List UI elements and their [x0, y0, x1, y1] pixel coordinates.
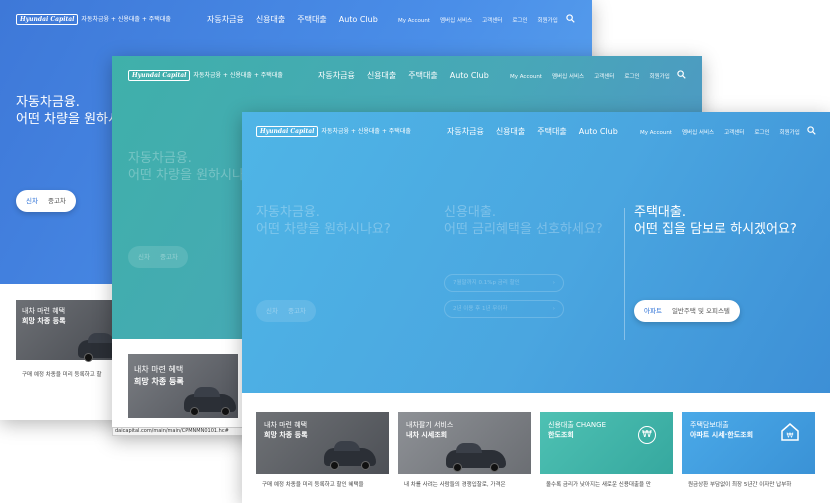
- card-description: 구매 예정 차종을 미리 등록하고 할: [22, 372, 102, 378]
- card-image: 신용대출 CHANGE 한도조회 ₩: [540, 412, 673, 474]
- card-description: 올수록 금리가 낮아지는 새로운 신용대출을 만: [546, 482, 651, 488]
- menu-credit-loan[interactable]: 신용대출: [496, 127, 525, 136]
- credit-chip-discount[interactable]: 7월말까지 0.1%p 금리 할인 ›: [444, 274, 564, 292]
- search-icon[interactable]: [566, 14, 575, 23]
- menu-auto-club[interactable]: Auto Club: [579, 127, 618, 136]
- card-hope-car[interactable]: 내차 마련 혜택 희망 차종 등록 구매 예정 차종을 미리 등록하고 할인 혜택…: [256, 412, 389, 503]
- utility-menu: My Account 멤버십 서비스 고객센터 로그인 회원가입: [398, 16, 568, 24]
- utility-menu: My Account 멤버십 서비스 고객센터 로그인 회원가입: [510, 72, 680, 80]
- logo[interactable]: Hyundai Capital 자동차금융 + 신용대출 + 주택대출: [128, 70, 283, 81]
- menu-mortgage[interactable]: 주택대출: [297, 15, 326, 24]
- logo[interactable]: Hyundai Capital 자동차금융 + 신용대출 + 주택대출: [256, 126, 411, 137]
- card-description: 구매 예정 차종을 미리 등록하고 할인 혜택을: [262, 482, 364, 488]
- divider: [624, 208, 625, 340]
- tab-new-car[interactable]: 신차: [26, 197, 38, 205]
- main-menu: 자동차금융 신용대출 주택대출 Auto Club: [207, 14, 390, 25]
- card-image: 내차 마련 혜택 희망 차종 등록: [256, 412, 389, 474]
- mortgage-tab-group: 아파트 일반주택 및 오피스텔: [634, 300, 740, 322]
- card-car-price[interactable]: 내차팔기 서비스 내차 시세조회 내 차를 사려는 사람들의 경쟁입찰로, 가격은: [398, 412, 531, 503]
- global-nav: Hyundai Capital 자동차금융 + 신용대출 + 주택대출 자동차금융…: [0, 0, 592, 40]
- util-signup[interactable]: 회원가입: [650, 74, 670, 80]
- menu-auto-finance[interactable]: 자동차금융: [207, 15, 244, 24]
- mortgage-headline: 주택대출. 어떤 집을 담보로 하시겠어요?: [634, 205, 797, 237]
- menu-auto-club[interactable]: Auto Club: [450, 71, 489, 80]
- menu-mortgage[interactable]: 주택대출: [537, 127, 566, 136]
- hero-banner: Hyundai Capital 자동차금융 + 신용대출 + 주택대출 자동차금융…: [242, 112, 830, 393]
- util-membership[interactable]: 멤버십 서비스: [440, 18, 472, 24]
- chevron-right-icon: ›: [552, 306, 555, 312]
- status-url: daicapital.com/main/main/CPMNMN0101.hc#: [112, 427, 262, 436]
- menu-auto-finance[interactable]: 자동차금융: [318, 71, 355, 80]
- logo[interactable]: Hyundai Capital 자동차금융 + 신용대출 + 주택대출: [16, 14, 171, 25]
- util-login[interactable]: 로그인: [754, 130, 769, 136]
- card-image: 내차 마련 혜택 희망 차종 등록: [16, 300, 112, 362]
- utility-menu: My Account 멤버십 서비스 고객센터 로그인 회원가입: [640, 128, 810, 136]
- tab-used-car[interactable]: 중고차: [160, 253, 178, 261]
- menu-credit-loan[interactable]: 신용대출: [367, 71, 396, 80]
- auto-tab-group: 신차 중고차: [128, 246, 188, 268]
- util-signup[interactable]: 회원가입: [538, 18, 558, 24]
- chevron-right-icon: ›: [552, 280, 555, 286]
- promo-card[interactable]: 내차 마련 혜택 희망 차종 등록: [128, 354, 238, 424]
- global-nav: Hyundai Capital 자동차금융 + 신용대출 + 주택대출 자동차금융…: [112, 56, 702, 96]
- card-credit-limit[interactable]: 신용대출 CHANGE 한도조회 ₩ 올수록 금리가 낮아지는 새로운 신용대출을…: [540, 412, 673, 503]
- auto-headline: 자동차금융. 어떤 차량을 원하시나요?: [256, 205, 391, 237]
- search-icon[interactable]: [807, 126, 816, 135]
- main-menu: 자동차금융 신용대출 주택대출 Auto Club: [318, 70, 501, 81]
- tab-used-car[interactable]: 중고차: [288, 307, 306, 315]
- svg-text:₩: ₩: [787, 432, 794, 440]
- main-menu: 자동차금융 신용대출 주택대출 Auto Club: [447, 126, 630, 137]
- search-icon[interactable]: [677, 70, 686, 79]
- car-image: [184, 387, 236, 416]
- global-nav: Hyundai Capital 자동차금융 + 신용대출 + 주택대출 자동차금융…: [242, 112, 830, 152]
- auto-tab-group: 신차 중고차: [16, 190, 76, 212]
- util-login[interactable]: 로그인: [512, 18, 527, 24]
- tab-new-car[interactable]: 신차: [138, 253, 150, 261]
- tab-house-officetel[interactable]: 일반주택 및 오피스텔: [672, 307, 730, 315]
- util-membership[interactable]: 멤버십 서비스: [552, 74, 584, 80]
- util-customer-center[interactable]: 고객센터: [482, 18, 502, 24]
- menu-mortgage[interactable]: 주택대출: [408, 71, 437, 80]
- util-signup[interactable]: 회원가입: [780, 130, 800, 136]
- util-membership[interactable]: 멤버십 서비스: [682, 130, 714, 136]
- car-image: [446, 443, 506, 472]
- card-image: 내차팔기 서비스 내차 시세조회: [398, 412, 531, 474]
- menu-credit-loan[interactable]: 신용대출: [256, 15, 285, 24]
- util-customer-center[interactable]: 고객센터: [594, 74, 614, 80]
- tab-new-car[interactable]: 신차: [266, 307, 278, 315]
- util-my-account[interactable]: My Account: [640, 130, 672, 136]
- browser-window-front: Hyundai Capital 자동차금융 + 신용대출 + 주택대출 자동차금융…: [242, 112, 830, 503]
- util-customer-center[interactable]: 고객센터: [724, 130, 744, 136]
- util-my-account[interactable]: My Account: [398, 18, 430, 24]
- card-description: 내 차를 사려는 사람들의 경쟁입찰로, 가격은: [404, 482, 506, 488]
- won-icon: ₩: [638, 426, 656, 444]
- card-description: 원금상환 부담없이 최장 5년간 이자만 납부하: [688, 482, 792, 488]
- tab-apartment[interactable]: 아파트: [644, 307, 662, 315]
- menu-auto-club[interactable]: Auto Club: [339, 15, 378, 24]
- car-image: [324, 441, 376, 470]
- card-image: 주택담보대출 아파트 시세·한도조회 ₩: [682, 412, 815, 474]
- menu-auto-finance[interactable]: 자동차금융: [447, 127, 484, 136]
- card-image: 내차 마련 혜택 희망 차종 등록: [128, 354, 238, 418]
- house-won-icon: ₩: [781, 423, 799, 441]
- promo-card[interactable]: 내차 마련 혜택 희망 차종 등록 구매 예정 차종을 미리 등록하고 할: [16, 300, 112, 390]
- util-login[interactable]: 로그인: [624, 74, 639, 80]
- auto-tab-group: 신차 중고차: [256, 300, 316, 322]
- car-image: [78, 333, 112, 362]
- credit-headline: 신용대출. 어떤 금리혜택을 선호하세요?: [444, 205, 603, 237]
- credit-chip-interest-free[interactable]: 2년 이용 후 1년 무이자 ›: [444, 300, 564, 318]
- tab-used-car[interactable]: 중고차: [48, 197, 66, 205]
- util-my-account[interactable]: My Account: [510, 74, 542, 80]
- card-apartment-price[interactable]: 주택담보대출 아파트 시세·한도조회 ₩ 원금상환 부담없이 최장 5년간 이자만…: [682, 412, 815, 503]
